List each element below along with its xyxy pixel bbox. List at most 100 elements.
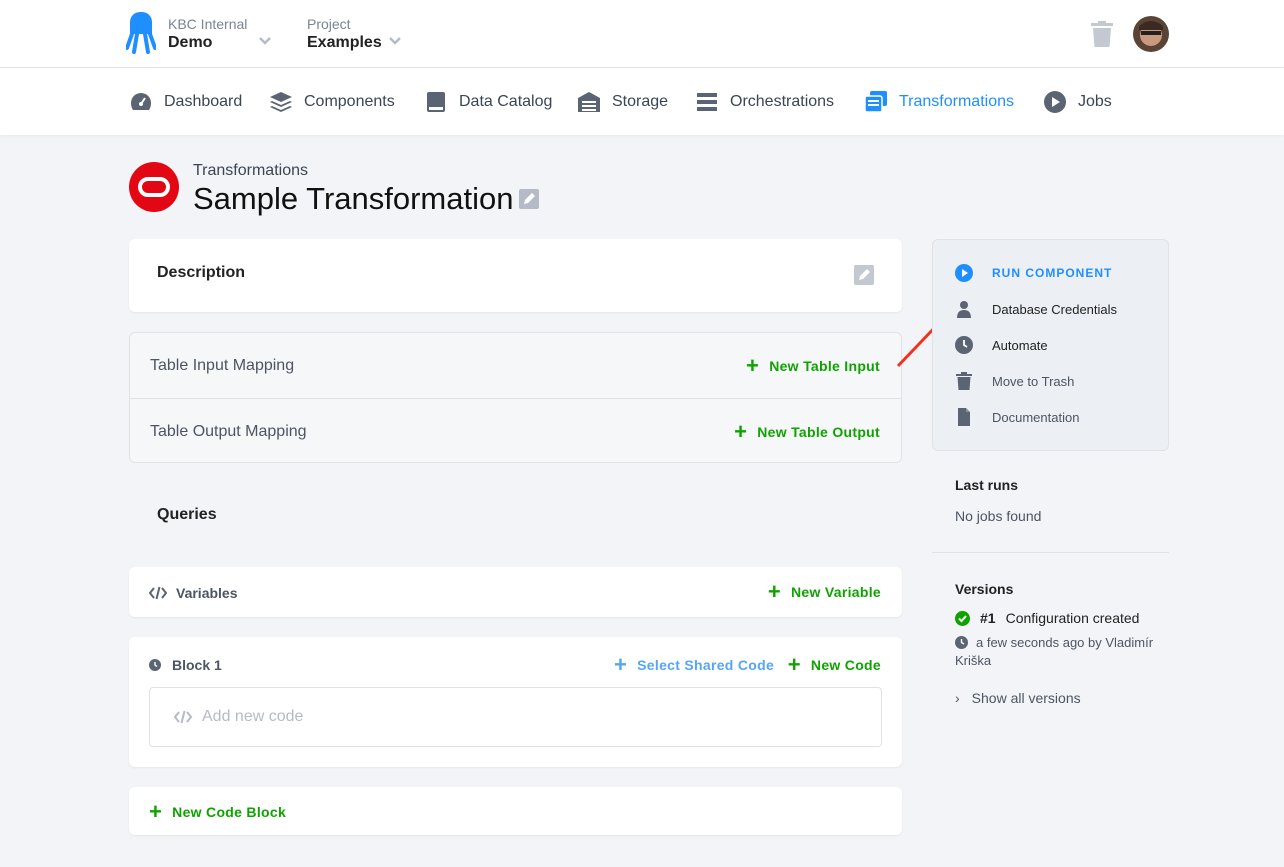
page-title: Sample Transformation <box>193 181 514 216</box>
code-block-card: Block 1 + Select Shared Code + New Code … <box>129 637 902 767</box>
nav-data-catalog[interactable]: Data Catalog <box>424 68 552 135</box>
keboola-logo-icon[interactable] <box>126 12 156 54</box>
versions-title: Versions <box>955 581 1014 597</box>
description-card: Description <box>129 239 902 312</box>
code-icon <box>149 586 167 600</box>
run-component-button[interactable]: RUN COMPONENT <box>955 264 1112 282</box>
code-icon <box>174 710 192 724</box>
chevron-down-icon[interactable] <box>388 34 402 48</box>
database-credentials-label: Database Credentials <box>992 301 1118 317</box>
table-input-mapping-row[interactable]: Table Input Mapping + New Table Input <box>130 333 901 398</box>
nav-label: Dashboard <box>164 92 243 110</box>
file-icon <box>958 408 970 426</box>
avatar[interactable] <box>1133 16 1169 52</box>
block-toggle[interactable]: Block 1 <box>149 657 222 673</box>
layers-icon <box>270 91 292 112</box>
nav-orchestrations[interactable]: Orchestrations <box>695 68 834 135</box>
bars-icon <box>697 92 717 111</box>
plus-icon: + <box>614 652 628 677</box>
nav-jobs[interactable]: Jobs <box>1043 68 1112 135</box>
edit-title-icon[interactable] <box>519 189 539 209</box>
trash-icon[interactable] <box>1091 21 1113 47</box>
breadcrumb[interactable]: Transformations <box>193 162 308 180</box>
move-to-trash-label: Move to Trash <box>992 373 1075 389</box>
table-input-mapping-label: Table Input Mapping <box>150 357 295 374</box>
documentation-label: Documentation <box>992 409 1080 425</box>
dashboard-icon <box>131 92 151 110</box>
plus-icon: + <box>787 652 801 677</box>
description-title: Description <box>157 264 246 281</box>
org-name[interactable]: Demo <box>168 34 212 52</box>
nav-storage[interactable]: Storage <box>577 68 668 135</box>
last-runs-empty: No jobs found <box>955 508 1042 524</box>
nav-label: Jobs <box>1078 92 1112 110</box>
new-code-button[interactable]: + New Code <box>787 652 881 677</box>
nav-label: Storage <box>612 92 669 110</box>
nav-components[interactable]: Components <box>269 68 395 135</box>
version-number: #1 <box>980 610 996 626</box>
clock-icon <box>955 636 968 649</box>
main-nav: Dashboard Components Data Catalog Storag… <box>0 68 1284 135</box>
org-label: KBC Internal <box>168 16 248 32</box>
version-item[interactable]: #1 Configuration created <box>955 610 1139 626</box>
table-output-mapping-label: Table Output Mapping <box>150 423 307 440</box>
new-table-input-button[interactable]: + New Table Input <box>746 353 880 378</box>
nav-transformations[interactable]: Transformations <box>864 68 1014 135</box>
new-code-block-label: New Code Block <box>172 804 287 820</box>
plus-icon: + <box>734 419 748 444</box>
divider <box>932 552 1169 553</box>
add-new-code-placeholder: Add new code <box>202 708 304 725</box>
new-code-block-button[interactable]: + New Code Block <box>149 799 287 824</box>
database-credentials-link[interactable]: Database Credentials <box>955 300 1117 318</box>
project-label: Project <box>307 16 351 32</box>
plus-icon: + <box>767 579 782 604</box>
clock-icon <box>149 659 161 671</box>
version-meta-text: a few seconds ago by Vladimír Kriška <box>955 635 1154 668</box>
book-icon <box>427 91 445 112</box>
nav-label: Data Catalog <box>459 92 553 110</box>
component-logo <box>129 162 179 212</box>
new-code-block-card: + New Code Block <box>129 787 902 835</box>
version-meta: a few seconds ago by Vladimír Kriška <box>955 634 1175 670</box>
edit-description-icon[interactable] <box>854 265 874 285</box>
new-table-output-label: New Table Output <box>757 424 880 440</box>
plus-icon: + <box>746 353 760 378</box>
move-to-trash-link[interactable]: Move to Trash <box>955 372 1074 390</box>
select-shared-code-button[interactable]: + Select Shared Code <box>614 652 775 677</box>
automate-link[interactable]: Automate <box>955 336 1048 354</box>
select-shared-code-label: Select Shared Code <box>637 657 775 673</box>
plus-icon: + <box>149 799 163 824</box>
side-menu: RUN COMPONENT Database Credentials Autom… <box>932 239 1169 451</box>
version-description: Configuration created <box>1005 610 1140 626</box>
add-new-code-area[interactable]: Add new code <box>149 687 882 747</box>
chevron-down-icon[interactable] <box>258 34 272 48</box>
nav-dashboard[interactable]: Dashboard <box>129 68 242 135</box>
variables-toggle[interactable]: Variables <box>149 585 238 601</box>
chevron-right-icon: › <box>955 690 960 706</box>
user-icon <box>957 301 971 318</box>
show-all-versions-link[interactable]: › Show all versions <box>955 690 1081 706</box>
warehouse-icon <box>578 91 600 112</box>
play-circle-icon <box>955 264 973 282</box>
transformations-icon <box>864 90 887 113</box>
show-all-versions-label: Show all versions <box>971 690 1081 706</box>
run-component-label: RUN COMPONENT <box>992 266 1113 280</box>
block-label: Block 1 <box>172 657 222 673</box>
documentation-link[interactable]: Documentation <box>955 408 1079 426</box>
table-output-mapping-row[interactable]: Table Output Mapping + New Table Output <box>130 398 901 463</box>
new-variable-button[interactable]: + New Variable <box>767 579 881 604</box>
clock-icon <box>955 336 973 354</box>
nav-label: Orchestrations <box>730 92 835 110</box>
variables-label: Variables <box>176 585 238 601</box>
queries-title: Queries <box>157 506 217 523</box>
play-circle-icon <box>1044 90 1066 113</box>
top-bar: KBC Internal Demo Project Examples <box>0 0 1284 68</box>
project-name[interactable]: Examples <box>307 34 382 52</box>
automate-label: Automate <box>992 337 1048 353</box>
variables-card: Variables + New Variable <box>129 567 902 617</box>
new-table-input-label: New Table Input <box>769 358 880 374</box>
new-table-output-button[interactable]: + New Table Output <box>734 419 880 444</box>
new-variable-label: New Variable <box>791 584 881 600</box>
nav-label: Transformations <box>899 92 1014 110</box>
last-runs-title: Last runs <box>955 477 1019 493</box>
